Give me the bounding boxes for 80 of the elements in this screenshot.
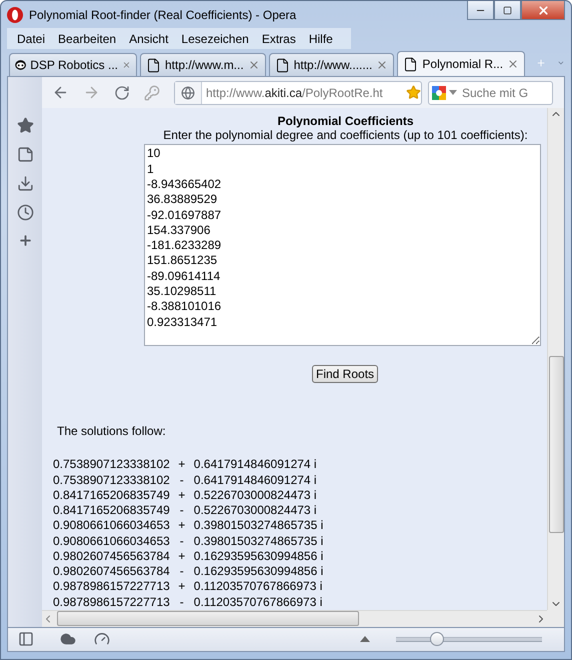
plus-icon[interactable] <box>18 233 32 248</box>
close-button[interactable] <box>521 1 565 20</box>
real-part: 0.7538907123338102 <box>53 457 170 473</box>
up-arrow-icon[interactable] <box>360 636 370 642</box>
instruction-text: Enter the polynomial degree and coefficients (up to 101 coefficients): <box>162 128 529 142</box>
imaginary-part: 0.11203570767866973 i <box>194 579 324 595</box>
real-part: 0.7538907123338102 <box>53 472 170 488</box>
solutions-label: The solutions follow: <box>57 424 167 438</box>
menu-item[interactable]: Bearbeiten <box>52 32 124 46</box>
minimize-button[interactable] <box>467 1 494 20</box>
page-icon <box>146 58 161 73</box>
real-part: 0.8417165206835749 <box>53 488 170 504</box>
imaginary-part: 0.39801503274865735 i <box>194 534 324 549</box>
url-text: http://www.akiti.ca/PolyRootRe.ht <box>205 86 384 100</box>
slider-thumb[interactable] <box>430 632 444 646</box>
imaginary-part: 0.5226703000824473 i <box>194 503 318 518</box>
imaginary-part: 0.6417914846091274 i <box>194 457 318 473</box>
bookmark-star-icon[interactable] <box>406 85 421 100</box>
menu-item[interactable]: Hilfe <box>302 32 340 46</box>
sign-text: + <box>177 579 186 595</box>
imaginary-part: 0.16293595630994856 i <box>194 564 324 580</box>
sign-text: - <box>178 534 185 549</box>
menu-item[interactable]: Extras <box>256 32 303 46</box>
google-logo-icon <box>432 86 446 100</box>
real-part: 0.9802607456563784 <box>53 548 170 564</box>
sign-text: - <box>178 472 185 488</box>
real-part: 0.9878986157227713 <box>53 579 170 595</box>
browser-tab[interactable]: DSP Robotics ... <box>9 53 137 76</box>
menu-item[interactable]: Ansicht <box>123 32 176 46</box>
page-icon <box>403 56 418 72</box>
clock-icon[interactable] <box>16 204 34 222</box>
window-title: Polynomial Root-finder (Real Coefficients) - Opera <box>29 8 298 22</box>
page-icon <box>274 58 290 73</box>
close-icon[interactable] <box>376 59 388 72</box>
sign-text: - <box>178 564 185 580</box>
globe-icon <box>181 86 195 100</box>
real-part: 0.9802607456563784 <box>53 564 170 580</box>
close-icon[interactable] <box>507 58 520 70</box>
maximize-button[interactable] <box>494 1 521 20</box>
imaginary-part: 0.5226703000824473 i <box>194 488 318 504</box>
star-icon[interactable] <box>16 117 34 134</box>
section-heading: Polynomial Coefficients <box>276 114 415 128</box>
opera-logo-icon <box>7 6 23 22</box>
dropdown-icon[interactable] <box>449 90 457 96</box>
imaginary-part: 0.16293595630994856 i <box>194 548 324 564</box>
cloud-icon[interactable] <box>60 631 76 648</box>
sign-text: + <box>177 548 186 564</box>
sign-text: + <box>177 488 186 504</box>
browser-tab[interactable]: Polynomial R... <box>397 51 526 76</box>
imaginary-part: 0.6417914846091274 i <box>194 472 318 488</box>
browser-tab[interactable]: http://www.m... <box>140 53 266 76</box>
real-part: 0.9080661066034653 <box>53 534 170 549</box>
download-icon[interactable] <box>16 175 34 192</box>
note-icon[interactable] <box>16 146 34 164</box>
coefficients-field[interactable]: 10 1 -8.943665402 36.83889529 -92.01697887 154.337906 -181.6233289 151.8651235 -89.09614114 35.10298511 -8.388101016 0.923313471 <box>144 144 541 346</box>
menu-item[interactable]: Lesezeichen <box>175 32 256 46</box>
vertical-scrollbar[interactable] <box>547 108 564 610</box>
address-field[interactable]: http://www.akiti.ca/PolyRootRe.ht <box>174 80 422 105</box>
speed-dial-icon[interactable] <box>94 631 110 648</box>
real-part: 0.9878986157227713 <box>53 594 170 610</box>
menu-item[interactable]: Datei <box>11 32 52 46</box>
close-icon[interactable] <box>248 59 260 72</box>
real-part: 0.9080661066034653 <box>53 518 170 534</box>
search-input[interactable]: Suche mit G <box>460 84 538 101</box>
sign-text: - <box>178 594 185 610</box>
reload-icon[interactable] <box>114 84 130 101</box>
sign-text: + <box>177 518 186 534</box>
sign-text: - <box>178 503 185 518</box>
panel-toggle-icon[interactable] <box>18 631 34 648</box>
imaginary-part: 0.39801503274865735 i <box>194 518 324 534</box>
imaginary-part: 0.11203570767866973 i <box>194 594 324 610</box>
robot-face-icon <box>15 58 26 72</box>
maximize-icon <box>503 6 512 14</box>
real-part: 0.8417165206835749 <box>53 503 170 518</box>
browser-tab[interactable]: http://www....... <box>268 53 394 76</box>
search-field[interactable]: Suche mit G <box>428 80 553 105</box>
close-icon <box>536 4 550 16</box>
horizontal-scrollbar[interactable] <box>42 610 547 627</box>
find-roots-button[interactable]: Find Roots <box>312 365 378 384</box>
sign-text: + <box>177 457 186 473</box>
